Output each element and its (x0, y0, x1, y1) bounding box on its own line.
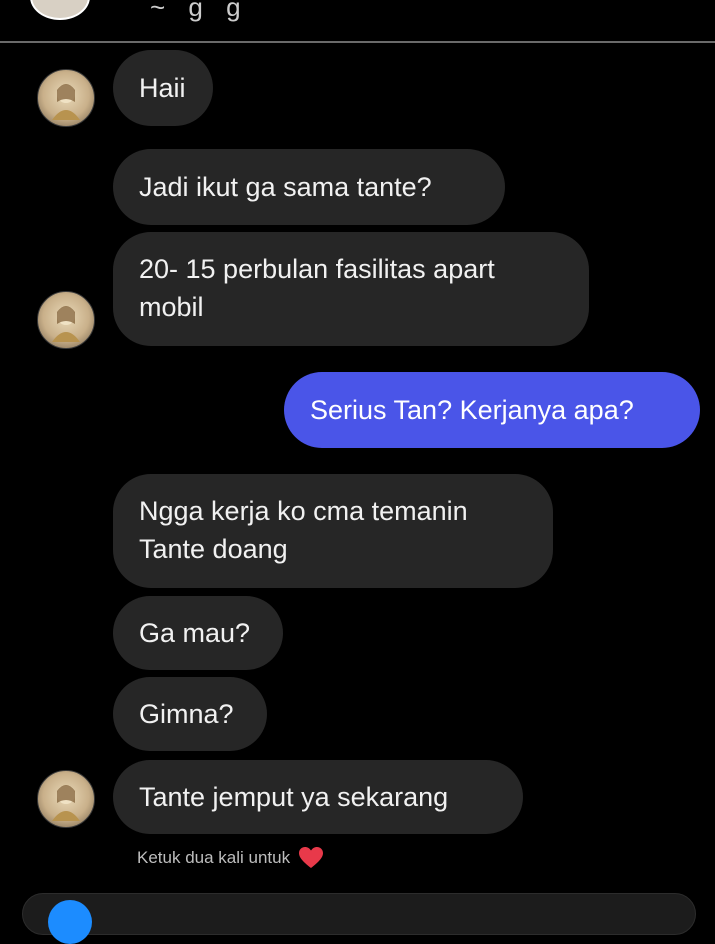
message-text: Ga mau? (139, 618, 251, 648)
heart-icon (299, 847, 324, 868)
message-text: Haii (139, 73, 186, 103)
contact-name[interactable]: ~ g g (150, 0, 249, 23)
message-bubble-incoming[interactable]: Jadi ikut ga sama tante? (113, 149, 505, 225)
sender-avatar[interactable] (37, 770, 95, 828)
chat-header: ~ g g (0, 0, 715, 42)
message-bubble-incoming[interactable]: Tante jemput ya sekarang (113, 760, 523, 834)
header-divider (0, 41, 715, 43)
message-text: Tante jemput ya sekarang (139, 782, 449, 812)
message-text: Ngga kerja ko cma temanin Tante doang (139, 496, 468, 564)
camera-button[interactable] (48, 900, 92, 944)
message-text: 20- 15 perbulan fasilitas apart mobil (139, 254, 495, 322)
sender-avatar[interactable] (37, 291, 95, 349)
double-tap-hint: Ketuk dua kali untuk (137, 846, 324, 870)
message-bubble-incoming[interactable]: Haii (113, 50, 213, 126)
contact-avatar[interactable] (30, 0, 90, 20)
message-text: Gimna? (139, 699, 234, 729)
message-text: Jadi ikut ga sama tante? (139, 172, 432, 202)
message-bubble-incoming[interactable]: Ngga kerja ko cma temanin Tante doang (113, 474, 553, 588)
message-bubble-incoming[interactable]: 20- 15 perbulan fasilitas apart mobil (113, 232, 589, 346)
message-composer[interactable] (22, 893, 696, 935)
sender-avatar[interactable] (37, 69, 95, 127)
message-bubble-incoming[interactable]: Gimna? (113, 677, 267, 751)
message-bubble-outgoing[interactable]: Serius Tan? Kerjanya apa? (284, 372, 700, 448)
message-bubble-incoming[interactable]: Ga mau? (113, 596, 283, 670)
message-text: Serius Tan? Kerjanya apa? (310, 395, 634, 425)
hint-text: Ketuk dua kali untuk (137, 848, 291, 867)
